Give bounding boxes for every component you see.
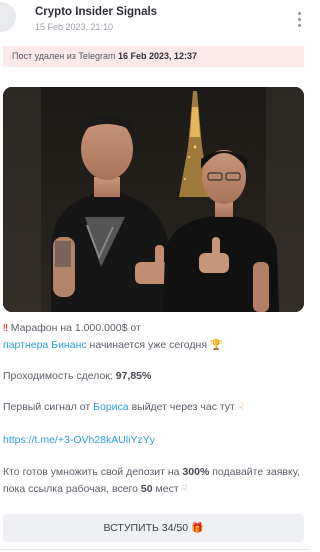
channel-name[interactable]: Crypto Insider Signals	[35, 6, 157, 18]
cta-seats: 50	[140, 483, 153, 495]
message-paragraph-5: Кто готов умножить свой депозит на 300% …	[3, 464, 307, 498]
post-photo-image	[3, 87, 304, 312]
invite-link[interactable]: https://t.me/+3-OVh28kAUliYzYy	[3, 434, 155, 446]
gift-icon: 🎁	[191, 523, 204, 534]
message-text: Марафон на 1.000.000$ от	[10, 322, 141, 334]
message-text: выйдет через час тут	[131, 401, 235, 413]
more-options-button[interactable]	[294, 10, 304, 28]
message-text: начинается уже сегодня	[89, 339, 208, 351]
post-photo[interactable]	[3, 87, 304, 312]
double-exclamation-icon: ‼	[3, 323, 8, 334]
signal-author-link[interactable]: Бориса	[93, 401, 129, 413]
more-dot-icon	[298, 24, 301, 27]
message-text: мест	[155, 483, 179, 495]
post-date: 15 Feb 2023, 21:10	[35, 22, 114, 32]
more-dot-icon	[298, 18, 301, 21]
message-paragraph-1: ‼ Марафон на 1.000.000$ от партнера Бина…	[3, 320, 307, 354]
cta-percent: 300%	[182, 466, 210, 478]
pointing-down-hand-icon: ☟	[181, 484, 188, 495]
partner-link[interactable]: партнера Бинанс	[3, 339, 87, 351]
post-header: Crypto Insider Signals 15 Feb 2023, 21:1…	[0, 0, 310, 40]
deleted-notice-text: Пост удален из Telegram 16 Feb 2023, 12:…	[12, 51, 197, 61]
divider	[0, 549, 310, 550]
message-paragraph-2: Проходимость сделок: 97,85%	[3, 368, 307, 385]
pass-rate-label: Проходимость сделок:	[3, 370, 113, 382]
join-button[interactable]: ВСТУПИТЬ 34/50 🎁	[3, 514, 304, 542]
pass-rate-value: 97,85%	[115, 370, 152, 382]
message-text: Кто готов умножить свой депозит на	[3, 466, 180, 478]
deleted-notice-date: 16 Feb 2023, 12:37	[117, 51, 198, 61]
pointing-down-hand-icon: ☟	[237, 402, 244, 413]
channel-avatar[interactable]	[0, 2, 16, 32]
deleted-notice-label: Пост удален из Telegram	[12, 51, 116, 61]
more-dot-icon	[298, 12, 301, 15]
join-button-label: ВСТУПИТЬ 34/50	[103, 522, 189, 534]
trophy-icon: 🏆	[209, 340, 223, 351]
message-text: Первый сигнал от	[3, 401, 91, 413]
message-paragraph-3: Первый сигнал от Бориса выйдет через час…	[3, 399, 307, 416]
deleted-notice-banner: Пост удален из Telegram 16 Feb 2023, 12:…	[3, 46, 304, 67]
message-paragraph-4: https://t.me/+3-OVh28kAUliYzYy	[3, 432, 307, 449]
